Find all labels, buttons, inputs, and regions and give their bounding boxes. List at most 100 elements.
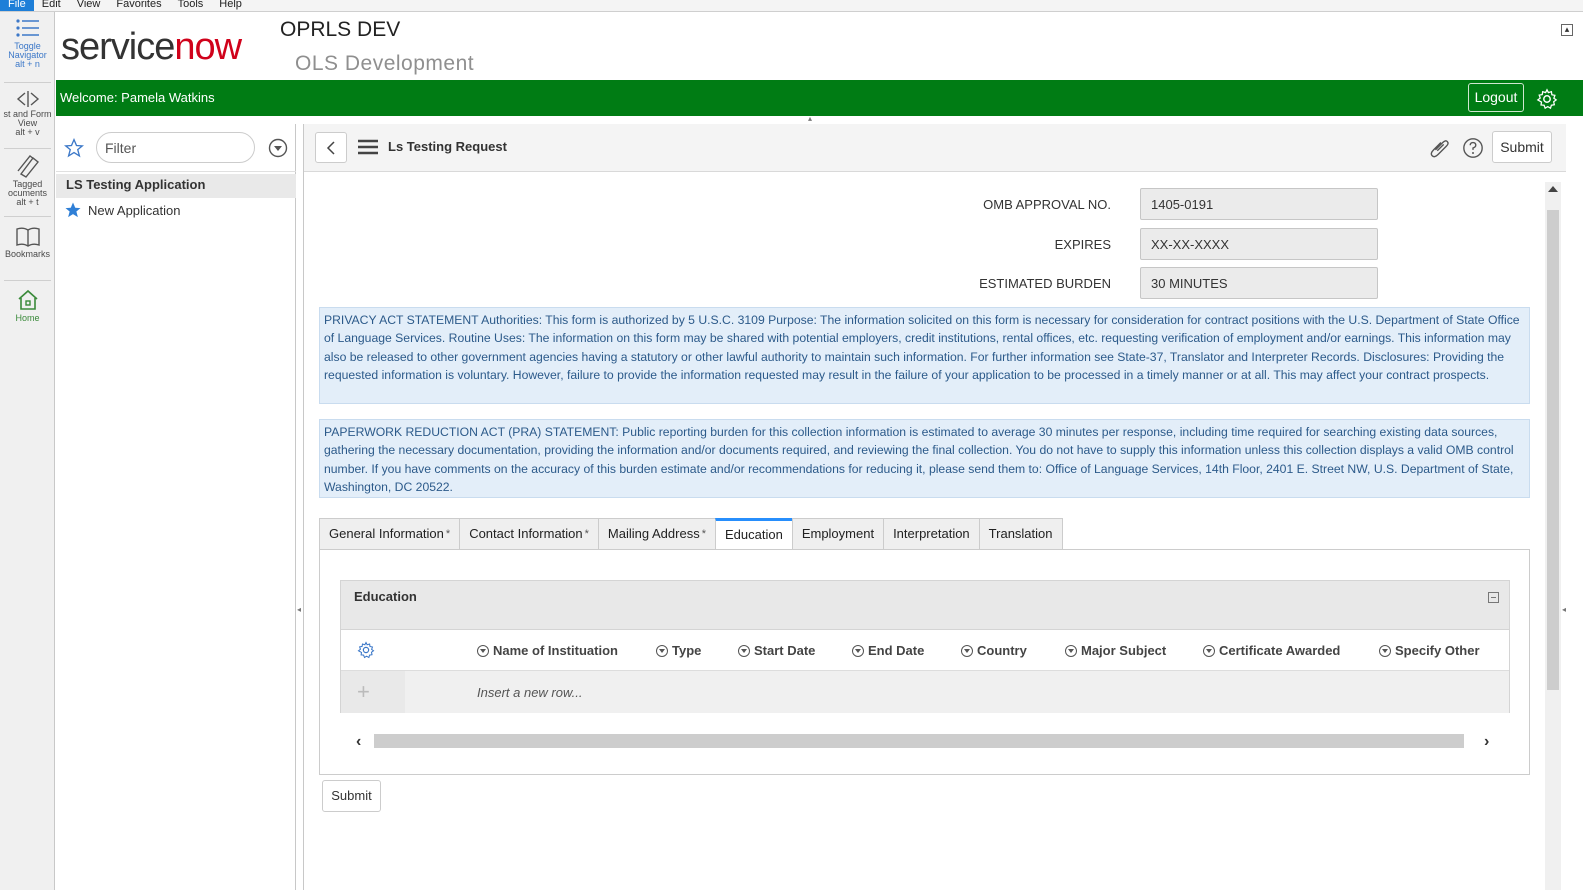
servicenow-logo[interactable]: servicenow bbox=[61, 26, 242, 68]
attachment-paperclip-icon[interactable] bbox=[1429, 137, 1451, 159]
tag-icon bbox=[16, 155, 39, 178]
column-label: End Date bbox=[868, 643, 925, 658]
navigator-application[interactable]: LS Testing Application bbox=[56, 174, 296, 198]
expires-field[interactable]: XX-XX-XXXX bbox=[1140, 228, 1378, 260]
column-label: Name of Instituation bbox=[493, 643, 618, 658]
banner: servicenow OPRLS DEV OLS Development ▴ bbox=[56, 12, 1583, 80]
tab-label: Mailing Address bbox=[607, 526, 700, 541]
add-row-cell[interactable]: + bbox=[341, 671, 405, 713]
horizontal-scrollbar[interactable]: ‹ › bbox=[340, 733, 1510, 751]
vertical-scroll-thumb[interactable] bbox=[1547, 210, 1559, 690]
related-list-header: Education bbox=[341, 581, 1509, 630]
collapse-right-panel-handle[interactable]: ◂ bbox=[1562, 605, 1566, 614]
menu-favorites[interactable]: Favorites bbox=[108, 0, 169, 11]
list-form-view-button[interactable]: st and Form View alt + v bbox=[0, 90, 55, 137]
scroll-right-icon[interactable]: › bbox=[1484, 733, 1489, 751]
bookmarks-button[interactable]: Bookmarks bbox=[0, 226, 55, 259]
collapse-header-icon[interactable]: ▴ bbox=[1561, 24, 1573, 36]
rail-shortcut: alt + t bbox=[16, 197, 39, 207]
personalize-list-gear-icon[interactable] bbox=[357, 641, 375, 659]
plus-icon: + bbox=[357, 679, 370, 704]
welcome-text: Welcome: Pamela Watkins bbox=[60, 90, 215, 105]
column-start-date[interactable]: Start Date bbox=[738, 643, 815, 658]
column-type[interactable]: Type bbox=[656, 643, 701, 658]
form-title: Ls Testing Request bbox=[388, 139, 507, 154]
rail-shortcut: alt + v bbox=[15, 127, 40, 137]
welcome-bar: Welcome: Pamela Watkins Logout bbox=[56, 80, 1583, 116]
favorite-star-filled-icon bbox=[65, 202, 81, 218]
tab-employment[interactable]: Employment bbox=[791, 518, 884, 550]
collapse-banner-handle[interactable]: ▴ bbox=[808, 114, 812, 123]
navigator-filter-input[interactable] bbox=[96, 132, 255, 163]
column-menu-icon[interactable] bbox=[477, 644, 489, 657]
module-label: New Application bbox=[88, 202, 181, 218]
favorites-star-icon[interactable] bbox=[64, 138, 84, 158]
column-country[interactable]: Country bbox=[961, 643, 1027, 658]
help-question-icon[interactable] bbox=[1462, 137, 1484, 159]
back-button[interactable] bbox=[315, 132, 347, 163]
tab-interpretation[interactable]: Interpretation bbox=[883, 518, 979, 550]
collapse-list-icon[interactable] bbox=[1488, 592, 1499, 603]
rail-label: Bookmarks bbox=[4, 249, 50, 259]
navigator-toolbar bbox=[56, 124, 296, 172]
tab-contact-information[interactable]: Contact Information * bbox=[459, 518, 598, 550]
tagged-documents-button[interactable]: Tagged ocuments alt + t bbox=[0, 154, 55, 207]
logo-text-now: now bbox=[174, 26, 242, 68]
menu-view[interactable]: View bbox=[69, 0, 109, 11]
column-label: Certificate Awarded bbox=[1219, 643, 1341, 658]
tab-translation[interactable]: Translation bbox=[978, 518, 1063, 550]
horizontal-scroll-thumb[interactable] bbox=[374, 734, 1464, 748]
column-menu-icon[interactable] bbox=[738, 644, 750, 657]
column-major-subject[interactable]: Major Subject bbox=[1065, 643, 1166, 658]
column-menu-icon[interactable] bbox=[1065, 644, 1077, 657]
insert-row[interactable]: + Insert a new row... bbox=[341, 670, 1509, 713]
column-menu-icon[interactable] bbox=[852, 644, 864, 657]
scroll-left-icon[interactable]: ‹ bbox=[356, 733, 361, 751]
settings-gear-icon[interactable] bbox=[1536, 88, 1558, 110]
tab-label: Interpretation bbox=[893, 526, 970, 541]
navigator-menu-dropdown-icon[interactable] bbox=[268, 138, 288, 158]
column-menu-icon[interactable] bbox=[1203, 644, 1215, 657]
omb-approval-field[interactable]: 1405-0191 bbox=[1140, 188, 1378, 220]
estimated-burden-label: ESTIMATED BURDEN bbox=[979, 276, 1111, 291]
form-header: Ls Testing Request Submit bbox=[304, 124, 1566, 172]
tab-label: General Information bbox=[329, 526, 444, 541]
column-end-date[interactable]: End Date bbox=[852, 643, 924, 658]
column-specify-other[interactable]: Specify Other bbox=[1379, 643, 1480, 658]
logo-text: service bbox=[61, 26, 175, 68]
tab-general-information[interactable]: General Information * bbox=[319, 518, 460, 550]
scroll-up-icon[interactable] bbox=[1548, 186, 1558, 192]
estimated-burden-field[interactable]: 30 MINUTES bbox=[1140, 267, 1378, 299]
column-menu-icon[interactable] bbox=[1379, 644, 1391, 657]
column-menu-icon[interactable] bbox=[656, 644, 668, 657]
menu-help[interactable]: Help bbox=[211, 0, 250, 11]
column-label: Start Date bbox=[754, 643, 816, 658]
tab-mailing-address[interactable]: Mailing Address * bbox=[597, 518, 715, 550]
rail-shortcut: alt + n bbox=[15, 59, 40, 69]
menu-file[interactable]: File bbox=[0, 0, 34, 11]
column-menu-icon[interactable] bbox=[961, 644, 973, 657]
menu-tools[interactable]: Tools bbox=[170, 0, 212, 11]
browser-menubar: File Edit View Favorites Tools Help bbox=[0, 0, 1583, 12]
logout-button[interactable]: Logout bbox=[1468, 83, 1524, 112]
home-button[interactable]: Home bbox=[0, 288, 55, 323]
context-menu-icon[interactable] bbox=[358, 139, 378, 155]
column-label: Country bbox=[977, 643, 1027, 658]
related-list-title: Education bbox=[354, 589, 417, 604]
column-label: Type bbox=[672, 643, 702, 658]
submit-button-bottom[interactable]: Submit bbox=[322, 780, 381, 812]
navigator-module-new-application[interactable]: New Application bbox=[64, 201, 181, 219]
column-name-of-institution[interactable]: Name of Instituation bbox=[477, 643, 618, 658]
menu-edit[interactable]: Edit bbox=[34, 0, 69, 11]
required-marker: * bbox=[445, 528, 451, 540]
instance-name: OPRLS DEV bbox=[280, 18, 401, 41]
column-certificate-awarded[interactable]: Certificate Awarded bbox=[1203, 643, 1340, 658]
vertical-scrollbar[interactable] bbox=[1545, 182, 1561, 890]
toggle-navigator-button[interactable]: Toggle Navigator alt + n bbox=[0, 18, 55, 69]
privacy-act-statement: PRIVACY ACT STATEMENT Authorities: This … bbox=[319, 307, 1530, 404]
tab-label: Education bbox=[724, 527, 783, 542]
tab-education[interactable]: Education bbox=[714, 518, 792, 550]
collapse-navigator-handle[interactable]: ◂ bbox=[297, 605, 301, 614]
insert-row-text[interactable]: Insert a new row... bbox=[477, 685, 583, 700]
submit-button-header[interactable]: Submit bbox=[1492, 131, 1552, 163]
